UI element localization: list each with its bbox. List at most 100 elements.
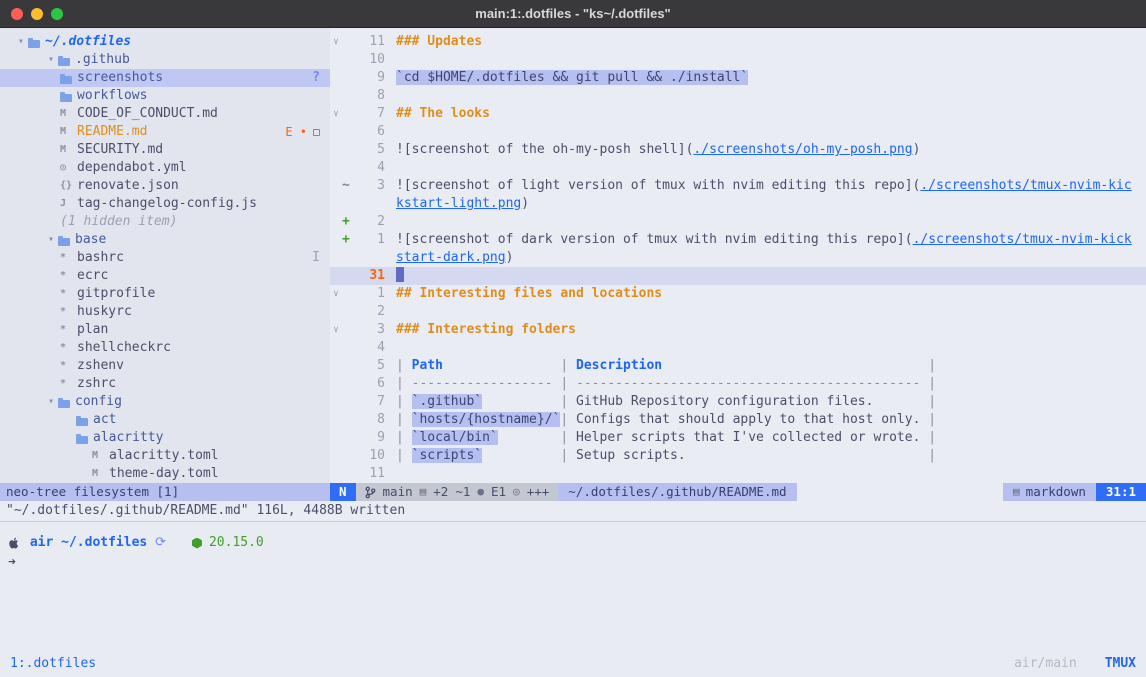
editor-line[interactable]: 9| `local/bin` | Helper scripts that I'v…	[330, 429, 1146, 447]
tree-item[interactable]: *bashrcI	[0, 249, 330, 267]
editor-line[interactable]: 2	[330, 303, 1146, 321]
tree-item[interactable]: MREADME.mdE •	[0, 123, 330, 141]
git-sign	[342, 303, 355, 321]
git-sign: +	[342, 213, 355, 231]
editor-line[interactable]: ~3![screenshot of light version of tmux …	[330, 177, 1146, 195]
tree-item[interactable]: ▾config	[0, 393, 330, 411]
tree-item[interactable]: *plan	[0, 321, 330, 339]
tree-item-label: alacritty	[93, 429, 163, 447]
expander-icon[interactable]: ▾	[14, 33, 28, 51]
editor-line[interactable]: 8| `hosts/{hostname}/`| Configs that sho…	[330, 411, 1146, 429]
tree-item[interactable]: {}renovate.json	[0, 177, 330, 195]
line-number: 4	[355, 339, 385, 357]
tree-item[interactable]: ▾base	[0, 231, 330, 249]
shell-pane[interactable]: air ~/.dotfiles ⟳ 20.15.0 ➜	[0, 522, 1146, 651]
editor-line[interactable]: +2	[330, 213, 1146, 231]
git-sign	[342, 249, 355, 267]
tree-item[interactable]: MSECURITY.md	[0, 141, 330, 159]
fold-icon	[330, 69, 342, 87]
line-text: ### Updates	[385, 33, 1146, 51]
syntax-segment: ![screenshot of light version of tmux wi…	[396, 178, 920, 193]
tree-item[interactable]: ▾ .github	[0, 51, 330, 69]
syntax-segment: |	[928, 358, 936, 373]
editor-line[interactable]: 9`cd $HOME/.dotfiles && git pull && ./in…	[330, 69, 1146, 87]
tree-item[interactable]: workflows	[0, 87, 330, 105]
tree-item-label: ecrc	[77, 267, 108, 285]
tree-item[interactable]: alacritty	[0, 429, 330, 447]
git-branch-icon	[365, 486, 376, 499]
editor-line[interactable]: 11	[330, 465, 1146, 483]
line-number: 2	[355, 303, 385, 321]
branch-name: main	[383, 483, 413, 501]
folder-icon	[76, 415, 93, 426]
syntax-segment: ## The looks	[396, 106, 490, 121]
folder-icon	[58, 397, 75, 408]
line-text	[385, 123, 1146, 141]
line-text: start-dark.png)	[385, 249, 1146, 267]
line-text	[385, 303, 1146, 321]
fold-icon	[330, 447, 342, 465]
tree-item[interactable]: (1 hidden item)	[0, 213, 330, 231]
tree-item[interactable]: *zshenv	[0, 357, 330, 375]
editor-line[interactable]: 31	[330, 267, 1146, 285]
tmux-window-item[interactable]: 1:.dotfiles	[10, 655, 96, 673]
editor-line[interactable]: 10	[330, 51, 1146, 69]
editor-line[interactable]: 4	[330, 339, 1146, 357]
editor-line[interactable]: start-dark.png)	[330, 249, 1146, 267]
syntax-segment: ./screenshots/oh-my-posh.png	[693, 142, 912, 157]
tree-item[interactable]: *zshrc	[0, 375, 330, 393]
line-text: ![screenshot of light version of tmux wi…	[385, 177, 1146, 195]
editor-line[interactable]: ∨7## The looks	[330, 105, 1146, 123]
expander-icon[interactable]: ▾	[44, 231, 58, 249]
line-number: 1	[355, 231, 385, 249]
line-text: | `.github` | GitHub Repository configur…	[385, 393, 1146, 411]
editor-line[interactable]: 5| Path | Description |	[330, 357, 1146, 375]
expander-icon[interactable]: ▾	[44, 51, 58, 69]
tree-item[interactable]: act	[0, 411, 330, 429]
git-sign	[342, 51, 355, 69]
tree-item[interactable]: MCODE_OF_CONDUCT.md	[0, 105, 330, 123]
command-line-message: "~/.dotfiles/.github/README.md" 116L, 44…	[0, 501, 1146, 521]
editor-line[interactable]: +1![screenshot of dark version of tmux w…	[330, 231, 1146, 249]
tree-item[interactable]: Jtag-changelog-config.js	[0, 195, 330, 213]
cursor-position: 31:1	[1096, 483, 1146, 501]
tree-item[interactable]: screenshots?	[0, 69, 330, 87]
git-sign	[342, 87, 355, 105]
expander-icon[interactable]: ▾	[44, 393, 58, 411]
editor-line[interactable]: 6| ------------------ | ----------------…	[330, 375, 1146, 393]
git-sign	[342, 321, 355, 339]
tree-item[interactable]: Mtheme-day.toml	[0, 465, 330, 483]
editor-line[interactable]: ∨3### Interesting folders	[330, 321, 1146, 339]
line-text	[385, 339, 1146, 357]
editor-line[interactable]: kstart-light.png)	[330, 195, 1146, 213]
tree-item[interactable]: *gitprofile	[0, 285, 330, 303]
line-text: ![screenshot of the oh-my-posh shell](./…	[385, 141, 1146, 159]
editor-line[interactable]: 7| `.github` | GitHub Repository configu…	[330, 393, 1146, 411]
tree-item[interactable]: *shellcheckrc	[0, 339, 330, 357]
syntax-segment: )	[913, 142, 921, 157]
fold-icon	[330, 213, 342, 231]
editor-line[interactable]: 4	[330, 159, 1146, 177]
tree-item[interactable]: *huskyrc	[0, 303, 330, 321]
syntax-segment: )	[521, 196, 529, 211]
tree-item[interactable]: ▾~/.dotfiles	[0, 33, 330, 51]
shell-icon: *	[60, 285, 77, 303]
tree-item[interactable]: ◎dependabot.yml	[0, 159, 330, 177]
tree-item-label: dependabot.yml	[77, 159, 187, 177]
editor-line[interactable]: 10| `scripts` | Setup scripts. |	[330, 447, 1146, 465]
line-number: 5	[355, 357, 385, 375]
editor-line[interactable]: 5![screenshot of the oh-my-posh shell](.…	[330, 141, 1146, 159]
diff-changed: ~1	[455, 483, 470, 501]
tree-item-label: .github	[75, 51, 130, 69]
tmux-session-name: air/main	[1014, 655, 1077, 673]
tree-item[interactable]: Malacritty.toml	[0, 447, 330, 465]
editor-line[interactable]: ∨11### Updates	[330, 33, 1146, 51]
git-sign	[342, 339, 355, 357]
tree-item-label: shellcheckrc	[77, 339, 171, 357]
fold-icon	[330, 465, 342, 483]
editor-line[interactable]: ∨1## Interesting files and locations	[330, 285, 1146, 303]
line-text: ### Interesting folders	[385, 321, 1146, 339]
tree-item[interactable]: *ecrc	[0, 267, 330, 285]
editor-line[interactable]: 8	[330, 87, 1146, 105]
editor-line[interactable]: 6	[330, 123, 1146, 141]
